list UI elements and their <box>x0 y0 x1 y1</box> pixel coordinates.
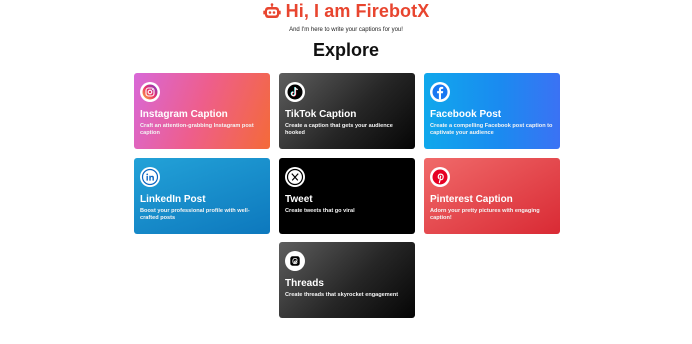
pinterest-icon <box>430 167 450 187</box>
threads-card[interactable]: Threads Create threads that skyrocket en… <box>279 242 415 318</box>
card-title: Tweet <box>285 194 313 205</box>
app-subtitle: And I'm here to write your captions for … <box>289 27 403 33</box>
linkedin-icon <box>140 167 160 187</box>
card-description: Adorn your pretty pictures with engaging… <box>430 208 540 222</box>
card-description: Create threads that skyrocket engagement <box>285 292 399 298</box>
tiktok-icon <box>285 82 305 102</box>
card-description: Boost your professional profile with wel… <box>140 208 250 222</box>
linkedin-post-card[interactable]: LinkedIn Post Boost your professional pr… <box>134 158 270 234</box>
threads-icon <box>285 251 305 271</box>
header: Hi, I am FirebotX And I'm here to write … <box>0 0 692 33</box>
app-title: Hi, I am FirebotX <box>285 1 430 21</box>
card-title: LinkedIn Post <box>140 194 206 205</box>
x-icon <box>285 167 305 187</box>
title-row: Hi, I am FirebotX <box>0 1 692 22</box>
card-title: Facebook Post <box>430 109 502 120</box>
facebook-icon <box>430 82 450 102</box>
card-title: Threads <box>285 278 324 289</box>
facebook-post-card[interactable]: Facebook Post Create a compelling Facebo… <box>424 73 560 149</box>
pinterest-caption-card[interactable]: Pinterest Caption Adorn your pretty pict… <box>424 158 560 234</box>
tweet-card[interactable]: Tweet Create tweets that go viral <box>279 158 415 234</box>
card-title: TikTok Caption <box>285 109 357 120</box>
card-description: Craft an attention-grabbing Instagram po… <box>140 123 254 137</box>
tiktok-caption-card[interactable]: TikTok Caption Create a caption that get… <box>279 73 415 149</box>
robot-icon <box>262 2 281 21</box>
card-title: Instagram Caption <box>140 109 228 120</box>
explore-heading: Explore <box>312 40 380 60</box>
card-title: Pinterest Caption <box>430 194 513 205</box>
card-description: Create a caption that gets your audience… <box>285 123 393 137</box>
card-description: Create tweets that go viral <box>285 208 355 214</box>
instagram-icon <box>140 82 160 102</box>
instagram-caption-card[interactable]: Instagram Caption Craft an attention-gra… <box>134 73 270 149</box>
card-description: Create a compelling Facebook post captio… <box>430 123 553 137</box>
